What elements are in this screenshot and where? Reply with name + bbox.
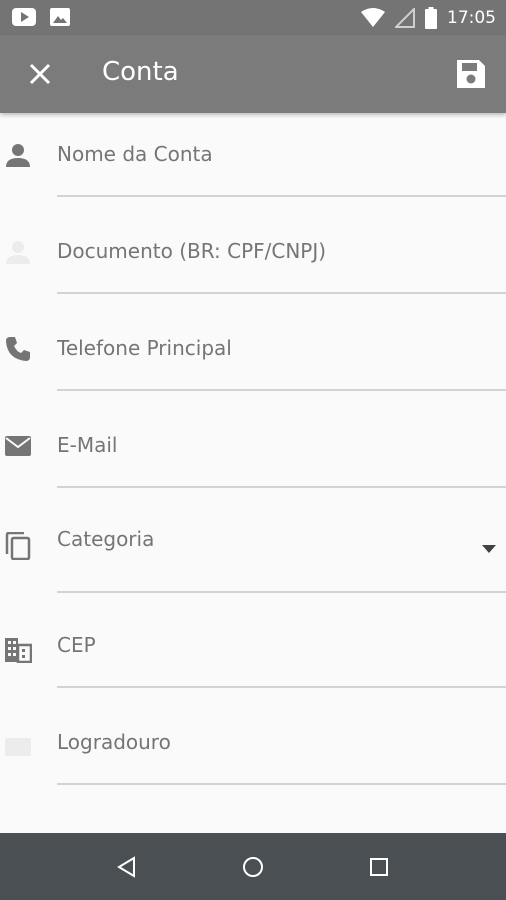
home-nav-button[interactable]: [239, 853, 267, 881]
wifi-icon: [361, 8, 385, 27]
address-faded-icon: [5, 738, 31, 756]
email-input[interactable]: [57, 404, 506, 488]
page-title: Conta: [102, 57, 179, 87]
address-field: [0, 701, 506, 798]
signal-icon: [395, 8, 415, 28]
close-button[interactable]: [24, 58, 56, 90]
email-icon: [5, 436, 31, 456]
dropdown-arrow-icon: [482, 545, 496, 553]
home-circle-icon: [243, 857, 263, 877]
phone-field: [0, 307, 506, 404]
account-name-input[interactable]: [57, 113, 506, 197]
status-system: 17:05: [361, 7, 496, 29]
email-field: [0, 404, 506, 501]
status-bar: 17:05: [0, 0, 506, 35]
back-nav-button[interactable]: [113, 853, 141, 881]
image-notification-icon: [50, 8, 70, 26]
document-input[interactable]: [57, 210, 506, 294]
cep-field: [0, 604, 506, 701]
back-triangle-icon: [117, 856, 135, 878]
document-field: [0, 210, 506, 307]
recents-nav-button[interactable]: [365, 853, 393, 881]
navigation-bar: [0, 833, 506, 900]
battery-icon: [425, 7, 437, 29]
close-icon: [29, 63, 51, 85]
business-icon: [5, 638, 32, 663]
status-time: 17:05: [447, 8, 496, 28]
category-field: Categoria: [0, 501, 506, 598]
save-icon: [457, 60, 485, 88]
category-label: Categoria: [57, 527, 155, 551]
phone-icon: [6, 337, 30, 361]
category-select[interactable]: Categoria: [57, 501, 506, 593]
save-button[interactable]: [454, 57, 488, 91]
account-name-field: [0, 113, 506, 210]
account-form: Categoria: [0, 113, 506, 833]
cep-input[interactable]: [57, 604, 506, 688]
recents-square-icon: [370, 858, 388, 876]
app-bar: Conta: [0, 35, 506, 113]
person-icon: [6, 144, 30, 167]
phone-input[interactable]: [57, 307, 506, 391]
status-notifications: [12, 8, 70, 26]
copy-icon: [5, 532, 31, 560]
person-faded-icon: [6, 241, 30, 264]
address-input[interactable]: [57, 701, 506, 785]
youtube-notification-icon: [12, 8, 36, 26]
